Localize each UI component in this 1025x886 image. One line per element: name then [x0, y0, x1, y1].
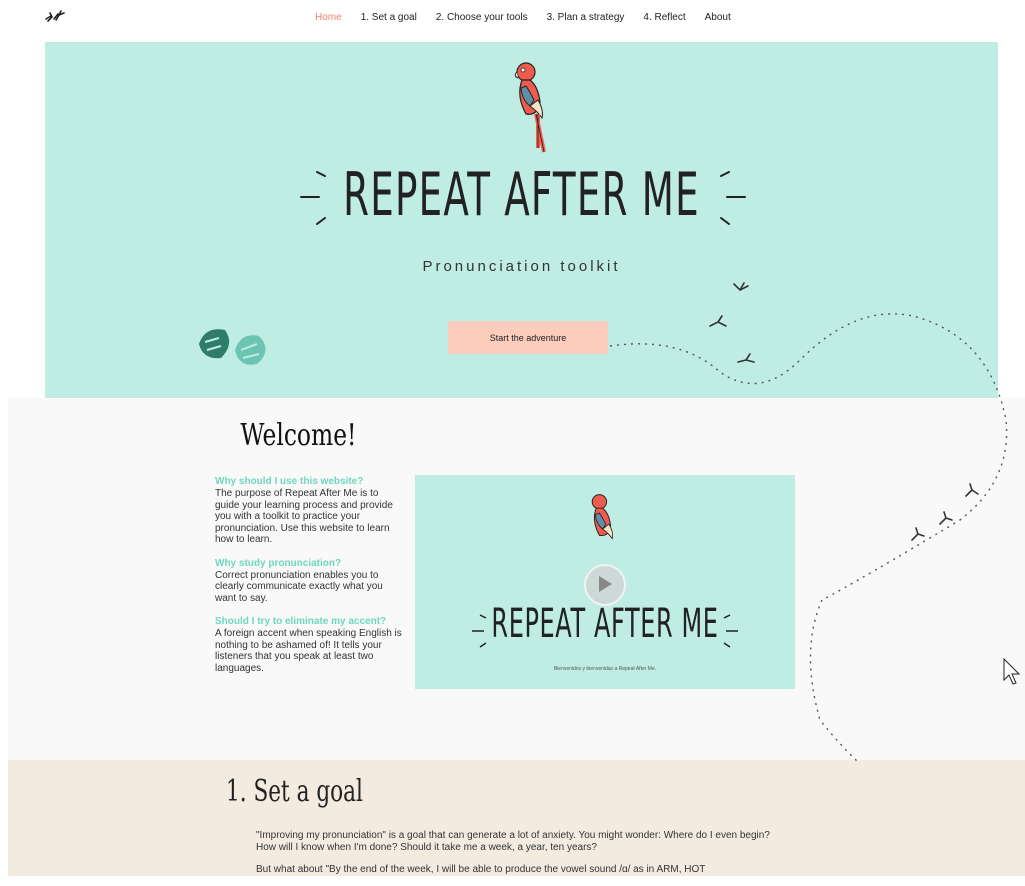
faq-question: Why study pronunciation? — [215, 557, 342, 569]
title-sparkle-icon — [300, 171, 746, 225]
play-button[interactable] — [584, 564, 626, 606]
birds-logo-icon[interactable] — [44, 8, 72, 24]
welcome-section: Welcome! Why should I use this website? … — [8, 398, 1025, 760]
nav-reflect[interactable]: 4. Reflect — [643, 12, 685, 23]
nav-set-a-goal[interactable]: 1. Set a goal — [361, 12, 417, 23]
video-player[interactable]: REPEAT AFTER ME Bienvenidos y bienvenida… — [415, 475, 795, 689]
section-title: 1. Set a goal — [226, 774, 363, 809]
faq-answer: Correct pronunciation enables you to cle… — [215, 569, 383, 604]
faq-answer: The purpose of Repeat After Me is to gui… — [215, 488, 393, 545]
play-icon — [599, 576, 612, 592]
welcome-title: Welcome! — [240, 418, 357, 453]
set-a-goal-section: 1. Set a goal "Improving my pronunciatio… — [8, 760, 1025, 876]
title-sparkle-icon — [472, 614, 738, 648]
faq-item: Why should I use this website? The purpo… — [215, 476, 403, 546]
monstera-leaves-icon — [199, 329, 266, 365]
parrot-icon — [514, 62, 546, 153]
nav-about[interactable]: About — [705, 12, 731, 23]
top-nav: Home 1. Set a goal 2. Choose your tools … — [0, 0, 1025, 40]
nav-choose-your-tools[interactable]: 2. Choose your tools — [436, 12, 528, 23]
faq-item: Why study pronunciation? Correct pronunc… — [215, 558, 403, 605]
nav-home[interactable]: Home — [315, 12, 342, 23]
parrot-icon — [591, 494, 613, 540]
faq-list: Why should I use this website? The purpo… — [215, 476, 403, 686]
faq-question: Why should I use this website? — [215, 476, 364, 487]
faq-item: Should I try to eliminate my accent? A f… — [215, 616, 403, 674]
start-adventure-button[interactable]: Start the adventure — [448, 321, 608, 354]
section-paragraph: But what about "By the end of the week, … — [256, 864, 706, 875]
faq-answer: A foreign accent when speaking English i… — [215, 628, 402, 674]
hero-banner: REPEAT AFTER ME Pronunciation toolkit St… — [45, 42, 998, 398]
section-paragraph: "Improving my pronunciation" is a goal t… — [256, 830, 770, 853]
video-caption: Bienvenidos y bienvenidas a Repeat After… — [553, 666, 657, 672]
hero-subtitle: Pronunciation toolkit — [422, 258, 621, 275]
section-text: "Improving my pronunciation" is a goal t… — [256, 830, 776, 886]
nav-plan-a-strategy[interactable]: 3. Plan a strategy — [547, 12, 625, 23]
mouse-cursor-icon — [1003, 658, 1021, 685]
main-menu: Home 1. Set a goal 2. Choose your tools … — [315, 12, 750, 23]
faq-question: Should I try to eliminate my accent? — [215, 616, 387, 627]
